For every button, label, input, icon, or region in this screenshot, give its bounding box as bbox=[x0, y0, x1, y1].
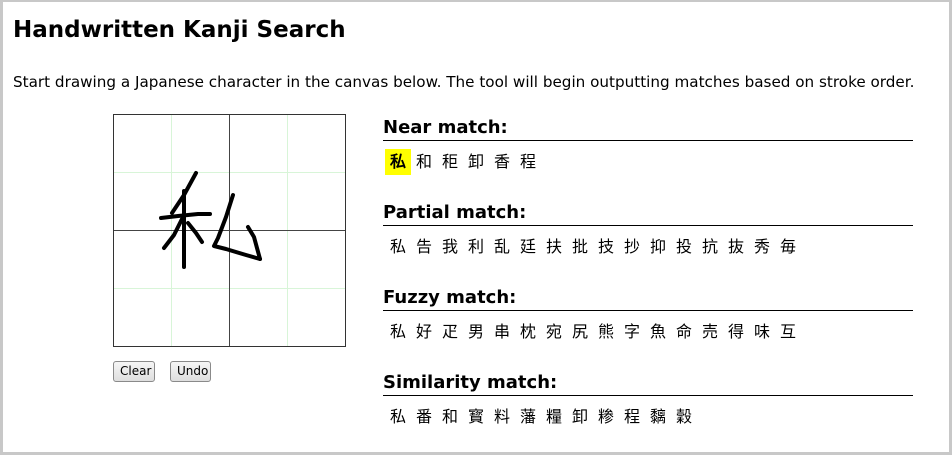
kanji-result[interactable]: 抑 bbox=[645, 234, 671, 260]
kanji-result[interactable]: 私 bbox=[385, 404, 411, 430]
stroke-6 bbox=[212, 193, 262, 261]
kanji-result[interactable]: 魚 bbox=[645, 319, 671, 345]
drawing-canvas[interactable] bbox=[113, 114, 346, 347]
kanji-result[interactable]: 秀 bbox=[749, 234, 775, 260]
kanji-result[interactable]: 番 bbox=[411, 404, 437, 430]
kanji-result[interactable]: 抜 bbox=[723, 234, 749, 260]
kanji-result[interactable]: 程 bbox=[515, 149, 541, 175]
page-title: Handwritten Kanji Search bbox=[13, 17, 346, 43]
undo-button[interactable]: Undo bbox=[170, 361, 211, 382]
kanji-result[interactable]: 男 bbox=[463, 319, 489, 345]
kanji-result[interactable]: 藩 bbox=[515, 404, 541, 430]
similarity-match-heading: Similarity match: bbox=[383, 371, 913, 396]
near-match-heading: Near match: bbox=[383, 116, 913, 141]
similarity-match-list: 私番和寳料藩糧卸糁程黐穀 bbox=[383, 404, 913, 430]
kanji-result[interactable]: 売 bbox=[697, 319, 723, 345]
kanji-result[interactable]: 字 bbox=[619, 319, 645, 345]
kanji-result[interactable]: 技 bbox=[593, 234, 619, 260]
kanji-result[interactable]: 我 bbox=[437, 234, 463, 260]
clear-button[interactable]: Clear bbox=[113, 361, 155, 382]
kanji-result[interactable]: 疋 bbox=[437, 319, 463, 345]
kanji-result[interactable]: 糧 bbox=[541, 404, 567, 430]
kanji-result[interactable]: 味 bbox=[749, 319, 775, 345]
stroke-4 bbox=[162, 217, 184, 250]
kanji-result[interactable]: 宛 bbox=[541, 319, 567, 345]
kanji-result[interactable]: 毎 bbox=[775, 234, 801, 260]
similarity-match-section: Similarity match: 私番和寳料藩糧卸糁程黐穀 bbox=[383, 371, 913, 430]
kanji-result[interactable]: 程 bbox=[619, 404, 645, 430]
kanji-result[interactable]: 抗 bbox=[697, 234, 723, 260]
kanji-result[interactable]: 命 bbox=[671, 319, 697, 345]
stroke-5 bbox=[186, 221, 204, 244]
partial-match-list: 私告我利乱廷扶批技抄抑投抗抜秀毎 bbox=[383, 234, 913, 260]
canvas-grid bbox=[114, 115, 345, 346]
kanji-result[interactable]: 廷 bbox=[515, 234, 541, 260]
kanji-result[interactable]: 枕 bbox=[515, 319, 541, 345]
partial-match-section: Partial match: 私告我利乱廷扶批技抄抑投抗抜秀毎 bbox=[383, 201, 913, 260]
kanji-result[interactable]: 私 bbox=[385, 319, 411, 345]
near-match-section: Near match: 私和秬卸香程 bbox=[383, 116, 913, 175]
handwritten-strokes bbox=[159, 171, 262, 269]
kanji-result[interactable]: 扶 bbox=[541, 234, 567, 260]
kanji-result[interactable]: 乱 bbox=[489, 234, 515, 260]
kanji-result[interactable]: 秬 bbox=[437, 149, 463, 175]
kanji-result[interactable]: 私 bbox=[385, 234, 411, 260]
kanji-result[interactable]: 和 bbox=[411, 149, 437, 175]
kanji-result[interactable]: 批 bbox=[567, 234, 593, 260]
fuzzy-match-list: 私好疋男串枕宛尻熊字魚命売得味互 bbox=[383, 319, 913, 345]
kanji-result[interactable]: 互 bbox=[775, 319, 801, 345]
kanji-result[interactable]: 私 bbox=[385, 149, 411, 175]
kanji-result[interactable]: 卸 bbox=[567, 404, 593, 430]
kanji-result[interactable]: 串 bbox=[489, 319, 515, 345]
kanji-result[interactable]: 熊 bbox=[593, 319, 619, 345]
kanji-result[interactable]: 黐 bbox=[645, 404, 671, 430]
near-match-list: 私和秬卸香程 bbox=[383, 149, 913, 175]
kanji-result[interactable]: 香 bbox=[489, 149, 515, 175]
kanji-result[interactable]: 抄 bbox=[619, 234, 645, 260]
kanji-result[interactable]: 穀 bbox=[671, 404, 697, 430]
kanji-result[interactable]: 和 bbox=[437, 404, 463, 430]
partial-match-heading: Partial match: bbox=[383, 201, 913, 226]
kanji-result[interactable]: 利 bbox=[463, 234, 489, 260]
kanji-result[interactable]: 好 bbox=[411, 319, 437, 345]
kanji-result[interactable]: 告 bbox=[411, 234, 437, 260]
kanji-result[interactable]: 寳 bbox=[463, 404, 489, 430]
fuzzy-match-section: Fuzzy match: 私好疋男串枕宛尻熊字魚命売得味互 bbox=[383, 286, 913, 345]
kanji-result[interactable]: 投 bbox=[671, 234, 697, 260]
kanji-result[interactable]: 卸 bbox=[463, 149, 489, 175]
kanji-result[interactable]: 得 bbox=[723, 319, 749, 345]
kanji-result[interactable]: 糁 bbox=[593, 404, 619, 430]
kanji-result[interactable]: 尻 bbox=[567, 319, 593, 345]
intro-text: Start drawing a Japanese character in th… bbox=[13, 73, 915, 91]
fuzzy-match-heading: Fuzzy match: bbox=[383, 286, 913, 311]
kanji-result[interactable]: 料 bbox=[489, 404, 515, 430]
